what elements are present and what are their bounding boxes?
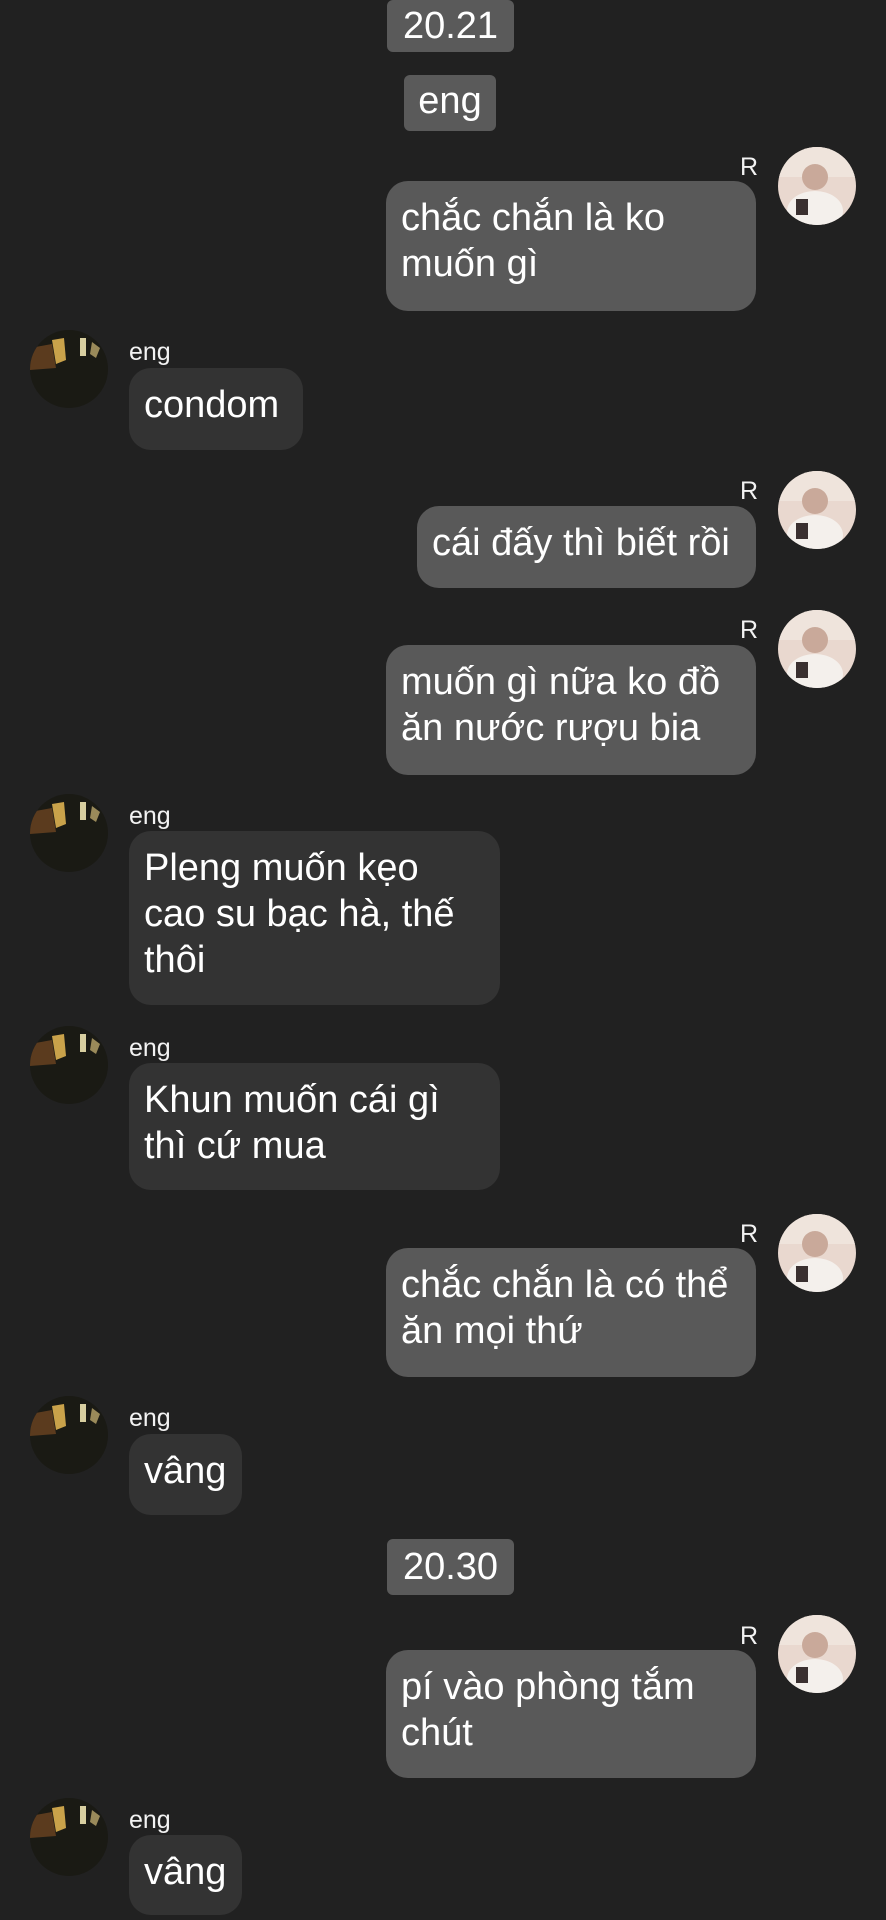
sender-name: R: [740, 477, 759, 505]
message-bubble-outgoing[interactable]: pí vào phòng tắm chút: [386, 1650, 756, 1778]
self-avatar-icon[interactable]: [778, 610, 856, 688]
message-bubble-outgoing[interactable]: cái đấy thì biết rồi: [417, 506, 756, 588]
self-avatar-icon[interactable]: [778, 1615, 856, 1693]
contact-avatar-icon[interactable]: [30, 1396, 108, 1474]
message-bubble-incoming[interactable]: vâng: [129, 1434, 242, 1515]
contact-avatar-icon[interactable]: [30, 330, 108, 408]
chat-view: 20.21 eng R chắc chắn là ko muốn gì eng …: [0, 0, 886, 1920]
self-avatar-icon[interactable]: [778, 147, 856, 225]
message-bubble-incoming[interactable]: Khun muốn cái gì thì cứ mua: [129, 1063, 500, 1190]
message-bubble-outgoing[interactable]: chắc chắn là ko muốn gì: [386, 181, 756, 311]
message-bubble-incoming[interactable]: vâng: [129, 1835, 242, 1915]
message-bubble-incoming[interactable]: condom: [129, 368, 303, 450]
sender-name: R: [740, 153, 759, 181]
sender-name: R: [740, 1622, 759, 1650]
sender-name: eng: [129, 1034, 171, 1062]
message-bubble-incoming[interactable]: Pleng muốn kẹo cao su bạc hà, thế thôi: [129, 831, 500, 1005]
self-avatar-icon[interactable]: [778, 1214, 856, 1292]
contact-avatar-icon[interactable]: [30, 1798, 108, 1876]
sender-name: eng: [129, 802, 171, 830]
message-bubble-outgoing[interactable]: chắc chắn là có thể ăn mọi thứ: [386, 1248, 756, 1377]
sender-name: R: [740, 616, 759, 644]
time-chip: 20.21: [387, 0, 514, 52]
self-avatar-icon[interactable]: [778, 471, 856, 549]
sender-name: eng: [129, 1404, 171, 1432]
sender-name: R: [740, 1220, 759, 1248]
message-bubble-outgoing[interactable]: muốn gì nữa ko đồ ăn nước rượu bia: [386, 645, 756, 775]
time-chip: 20.30: [387, 1539, 514, 1595]
contact-avatar-icon[interactable]: [30, 1026, 108, 1104]
sender-name: eng: [129, 1806, 171, 1834]
conversation-subtitle-chip: eng: [404, 75, 496, 131]
contact-avatar-icon[interactable]: [30, 794, 108, 872]
sender-name: eng: [129, 338, 171, 366]
